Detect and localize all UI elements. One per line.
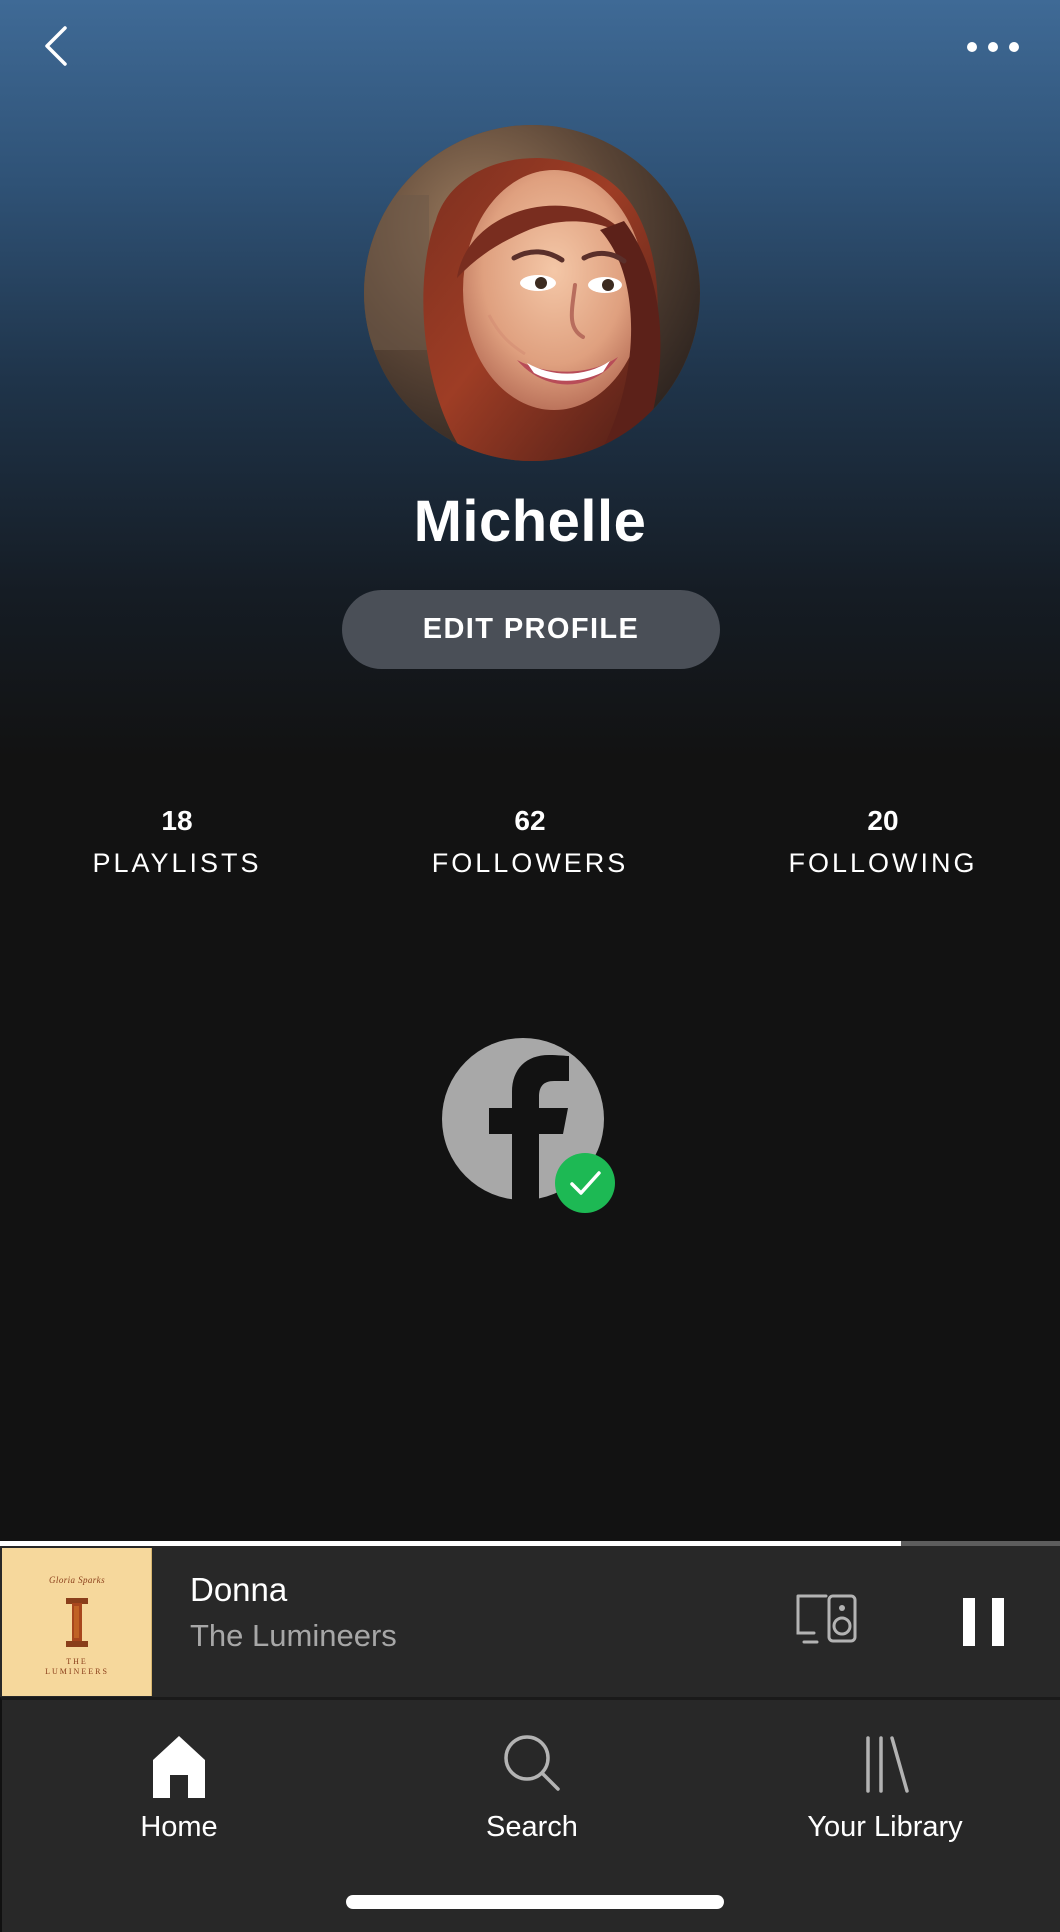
- track-title[interactable]: Donna: [190, 1570, 287, 1610]
- album-art[interactable]: Gloria Sparks THE LUMINEERS: [2, 1548, 152, 1696]
- edit-profile-button[interactable]: EDIT PROFILE: [342, 590, 720, 669]
- more-options-button[interactable]: [958, 22, 1028, 72]
- playlists-label: PLAYLISTS: [92, 848, 262, 878]
- album-art-line-one: THE: [66, 1657, 88, 1666]
- album-art-numeral: [66, 1598, 88, 1647]
- album-art-line-two: LUMINEERS: [45, 1667, 109, 1676]
- nav-search[interactable]: Search: [382, 1730, 682, 1855]
- check-icon: [555, 1153, 615, 1213]
- profile-photo: [364, 125, 700, 461]
- pause-button[interactable]: [948, 1584, 1020, 1660]
- profile-stats: 18 PLAYLISTS 62 FOLLOWERS 20 FOLLOWING: [0, 803, 1060, 893]
- home-icon: [153, 1736, 205, 1798]
- home-indicator[interactable]: [346, 1895, 724, 1909]
- stat-playlists[interactable]: 18 PLAYLISTS: [12, 803, 342, 882]
- track-artist[interactable]: The Lumineers: [190, 1616, 397, 1656]
- album-art-bottom-text: THE LUMINEERS: [2, 1657, 152, 1677]
- followers-label: FOLLOWERS: [431, 848, 629, 878]
- device-speaker-icon: [796, 1594, 857, 1644]
- nav-home[interactable]: Home: [29, 1730, 329, 1855]
- avatar: [364, 125, 700, 461]
- nav-search-label: Search: [486, 1811, 578, 1843]
- back-chevron-icon: [45, 26, 67, 66]
- album-art-top-text: Gloria Sparks: [49, 1575, 105, 1585]
- following-count: 20: [867, 805, 899, 836]
- connect-device-button[interactable]: [790, 1586, 870, 1656]
- playlists-count: 18: [161, 805, 193, 836]
- stat-following[interactable]: 20 FOLLOWING: [718, 803, 1048, 882]
- facebook-connection-badge[interactable]: [442, 1038, 618, 1214]
- more-dots-icon: [967, 42, 1019, 52]
- nav-home-label: Home: [140, 1811, 218, 1843]
- library-icon: [866, 1736, 909, 1793]
- profile-name: Michelle: [413, 489, 647, 554]
- mini-player[interactable]: Gloria Sparks THE LUMINEERS Donna The Lu…: [0, 1546, 1060, 1697]
- followers-count: 62: [514, 805, 546, 836]
- back-button[interactable]: [28, 18, 84, 74]
- profile-screen: Michelle EDIT PROFILE 18 PLAYLISTS 62 FO…: [0, 0, 1060, 1932]
- stat-followers[interactable]: 62 FOLLOWERS: [365, 803, 695, 882]
- following-label: FOLLOWING: [788, 848, 978, 878]
- top-navigation-bar: [0, 0, 1060, 100]
- nav-library[interactable]: Your Library: [735, 1730, 1035, 1855]
- pause-icon: [963, 1598, 1004, 1646]
- search-icon: [504, 1735, 560, 1791]
- nav-library-label: Your Library: [807, 1811, 963, 1843]
